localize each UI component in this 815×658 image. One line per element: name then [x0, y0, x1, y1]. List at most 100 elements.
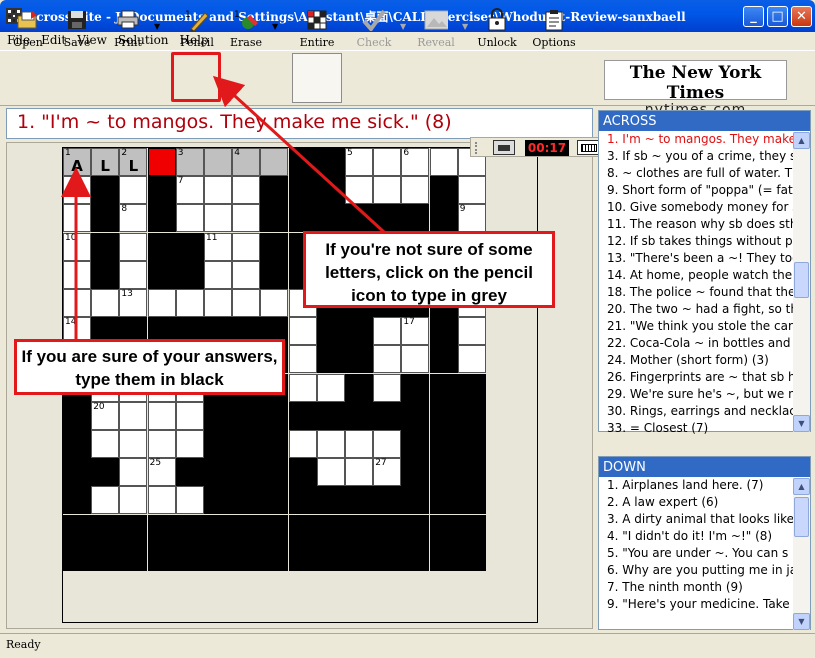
grid-cell[interactable] [204, 260, 232, 289]
grid-cell[interactable] [373, 430, 402, 458]
grid-cell[interactable] [119, 430, 148, 458]
clue-item[interactable]: 30. Rings, earrings and necklace [607, 403, 793, 420]
maximize-button[interactable]: □ [767, 6, 788, 27]
unlock-button[interactable]: Unlock [475, 6, 519, 52]
grid-cell[interactable]: 8 [119, 204, 148, 233]
grid-cell[interactable] [147, 289, 176, 317]
grid-cell[interactable] [119, 401, 148, 430]
grid-cell[interactable] [288, 430, 317, 458]
grid-cell[interactable] [204, 148, 232, 176]
grid-cell[interactable] [63, 204, 91, 233]
grid-cell[interactable]: 20 [91, 401, 120, 430]
reveal-button[interactable]: Reveal [414, 6, 458, 52]
grid-cell[interactable] [260, 289, 289, 317]
grid-cell[interactable]: L [91, 148, 120, 176]
grid-cell[interactable] [288, 373, 317, 402]
clue-item[interactable]: 3. If sb ~ you of a crime, they s [607, 148, 793, 165]
grid-cell[interactable] [316, 458, 345, 487]
grid-cell[interactable] [119, 260, 148, 289]
grid-cell[interactable] [91, 486, 120, 515]
erase-button[interactable]: 1 Erase [224, 6, 268, 52]
grid-cell[interactable]: 9 [457, 204, 486, 233]
grid-cell[interactable] [373, 345, 402, 374]
grid-cell[interactable] [373, 373, 402, 402]
clue-item[interactable]: 22. Coca-Cola ~ in bottles and c [607, 335, 793, 352]
grid-cell[interactable] [63, 289, 91, 317]
grid-cell[interactable] [63, 260, 91, 289]
grid-cell[interactable]: 3 [175, 148, 204, 176]
close-button[interactable]: ✕ [791, 6, 812, 27]
clue-item[interactable]: 20. The two ~ had a fight, so the [607, 301, 793, 318]
grid-cell[interactable] [91, 430, 120, 458]
grid-cell[interactable] [232, 204, 261, 233]
grid-cell[interactable] [345, 176, 373, 205]
grid-cell[interactable]: 1A [63, 148, 91, 176]
grid-cell[interactable] [345, 458, 373, 487]
clue-item[interactable]: 21. "We think you stole the car. [607, 318, 793, 335]
clue-item[interactable]: 14. At home, people watch the r [607, 267, 793, 284]
check-dropdown-arrow[interactable]: ▼ [400, 22, 406, 31]
grid-cell[interactable] [147, 401, 176, 430]
clue-item[interactable]: 9. "Here's your medicine. Take [607, 596, 793, 613]
grid-cell[interactable] [429, 148, 458, 176]
grid-cell[interactable] [232, 176, 261, 205]
scroll-thumb[interactable] [794, 262, 809, 298]
grid-cell[interactable] [232, 260, 261, 289]
grid-cell[interactable]: 25 [147, 458, 176, 487]
clue-item[interactable]: 6. Why are you putting me in ja [607, 562, 793, 579]
grid-cell[interactable] [373, 148, 402, 176]
grid-cell[interactable]: 11 [204, 232, 232, 261]
scroll-up-arrow[interactable]: ▲ [793, 478, 810, 495]
grid-cell[interactable] [119, 486, 148, 515]
grid-cell[interactable]: 13 [119, 289, 148, 317]
clue-item[interactable]: 3. A dirty animal that looks like [607, 511, 793, 528]
grid-cell[interactable] [119, 458, 148, 487]
grid-cell[interactable] [457, 317, 486, 346]
grid-cell[interactable] [91, 289, 120, 317]
grid-cell[interactable] [119, 232, 148, 261]
grid-cell[interactable]: 17 [401, 317, 430, 346]
entire-button[interactable]: Entire [295, 6, 339, 52]
view-toggle-icon[interactable] [493, 140, 515, 155]
clue-item[interactable]: 8. ~ clothes are full of water. Th [607, 165, 793, 182]
clue-item[interactable]: 29. We're sure he's ~, but we ne [607, 386, 793, 403]
grid-cell[interactable] [260, 148, 289, 176]
grid-cell[interactable] [147, 430, 176, 458]
grid-cell[interactable] [401, 176, 430, 205]
grid-cell[interactable] [204, 176, 232, 205]
open-button[interactable]: Open [6, 6, 50, 52]
reveal-dropdown-arrow[interactable]: ▼ [462, 22, 468, 31]
grid-cell[interactable] [204, 289, 232, 317]
clue-item[interactable]: 4. "I didn't do it! I'm ~!" (8) [607, 528, 793, 545]
grid-cell[interactable]: 5 [345, 148, 373, 176]
options-button[interactable]: Options [532, 6, 576, 52]
clue-item[interactable]: 24. Mother (short form) (3) [607, 352, 793, 369]
clue-item[interactable]: 7. The ninth month (9) [607, 579, 793, 596]
grid-cell[interactable] [147, 486, 176, 515]
clue-item[interactable]: 1. Airplanes land here. (7) [607, 477, 793, 494]
grid-cell[interactable] [457, 345, 486, 374]
clue-item[interactable]: 18. The police ~ found that the " [607, 284, 793, 301]
timer-display[interactable]: 00:17 [525, 140, 569, 156]
save-button[interactable]: Save [55, 6, 99, 52]
clue-item[interactable]: 2. A law expert (6) [607, 494, 793, 511]
check-button[interactable]: Check [352, 6, 396, 52]
grid-cell[interactable] [175, 430, 204, 458]
grid-cell[interactable]: 6 [401, 148, 430, 176]
clue-item[interactable]: 33. = Closest (7) [607, 420, 793, 437]
grid-cell[interactable] [232, 289, 261, 317]
clue-item[interactable]: 9. Short form of "poppa" (= fathe [607, 182, 793, 199]
clue-item[interactable]: 26. Fingerprints are ~ that sb ha [607, 369, 793, 386]
grid-cell[interactable] [373, 317, 402, 346]
grid-cell[interactable] [457, 176, 486, 205]
grid-cell[interactable]: 27 [373, 458, 402, 487]
clue-item[interactable]: 5. "You are under ~. You can s [607, 545, 793, 562]
scroll-down-arrow[interactable]: ▼ [793, 613, 810, 630]
grid-cell[interactable] [175, 401, 204, 430]
nyt-logo[interactable]: The New York Times nytimes.com [604, 60, 787, 117]
grid-cell[interactable] [401, 345, 430, 374]
grid-cell[interactable] [204, 204, 232, 233]
grid-cell[interactable]: 7 [175, 176, 204, 205]
grid-cell[interactable]: 4 [232, 148, 261, 176]
scroll-up-arrow[interactable]: ▲ [793, 132, 810, 149]
